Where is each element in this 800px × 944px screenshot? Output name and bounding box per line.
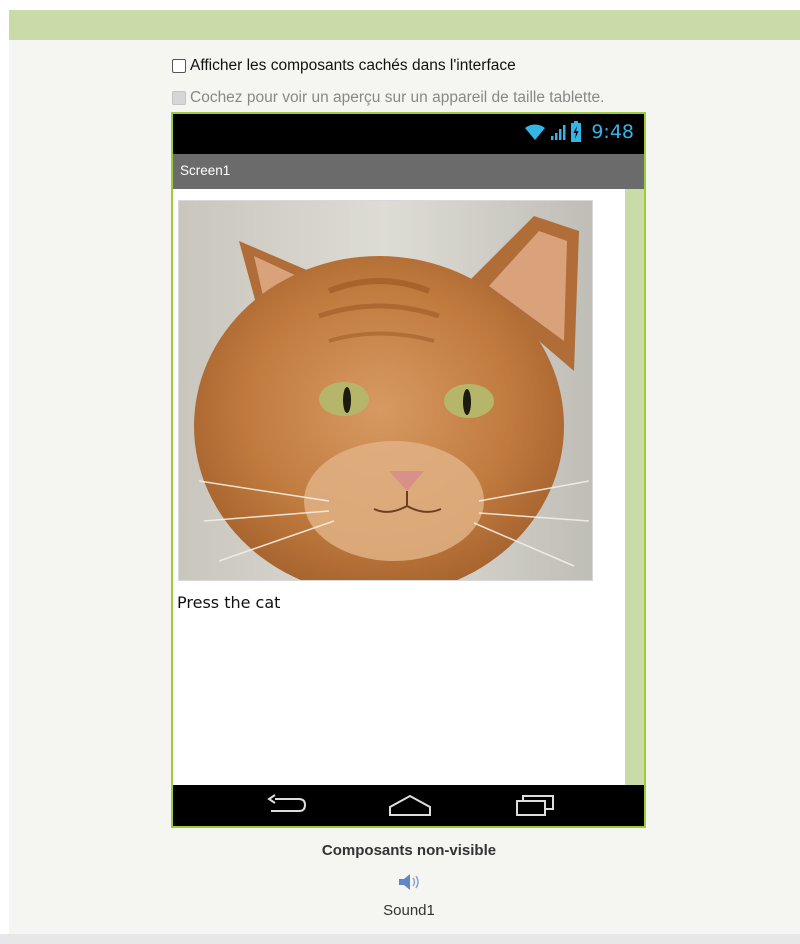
press-the-cat-label: Press the cat: [177, 593, 281, 612]
signal-icon: [551, 125, 566, 140]
bottom-divider: [0, 934, 800, 944]
tablet-preview-checkbox: [172, 91, 186, 105]
battery-icon: [571, 121, 582, 142]
sound1-component-label[interactable]: Sound1: [0, 902, 800, 919]
wifi-icon: [525, 124, 546, 140]
navigation-bar: [173, 785, 644, 826]
screen-scrollbar[interactable]: [625, 189, 644, 785]
tablet-preview-label: Cochez pour voir un aperçu sur un appare…: [190, 89, 605, 106]
screen-title-bar: Screen1: [173, 154, 644, 189]
cat-image[interactable]: [178, 200, 593, 581]
viewer-toolbar: [9, 10, 800, 40]
home-icon[interactable]: [388, 793, 432, 817]
status-clock: 9:48: [591, 121, 634, 143]
recent-apps-icon[interactable]: [513, 793, 557, 817]
show-hidden-label: Afficher les composants cachés dans l'in…: [190, 57, 516, 74]
show-hidden-components-option[interactable]: Afficher les composants cachés dans l'in…: [172, 57, 516, 75]
back-icon[interactable]: [263, 793, 307, 817]
status-bar: 9:48: [173, 114, 644, 154]
screen-title: Screen1: [180, 163, 231, 178]
non-visible-components-title: Composants non-visible: [321, 842, 497, 859]
phone-preview: 9:48 Screen1 Press the cat: [171, 112, 646, 828]
sound-icon[interactable]: [398, 873, 422, 891]
tablet-preview-option: Cochez pour voir un aperçu sur un appare…: [172, 89, 604, 107]
show-hidden-checkbox[interactable]: [172, 59, 186, 73]
screen-content: Press the cat: [173, 189, 625, 785]
